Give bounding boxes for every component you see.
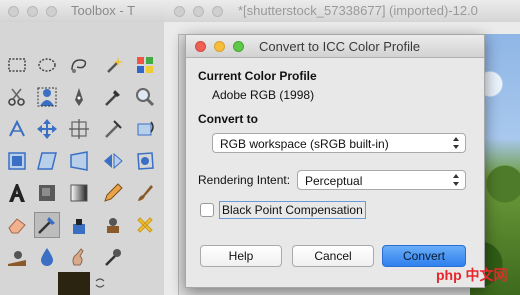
cage-icon[interactable]	[132, 148, 158, 174]
eraser-icon[interactable]	[4, 212, 30, 238]
swap-colors-icon[interactable]	[94, 277, 106, 289]
image-window-minimize-button[interactable]	[193, 6, 204, 17]
align-icon[interactable]	[66, 116, 92, 142]
magnify-icon[interactable]	[132, 84, 158, 110]
convert-to-heading: Convert to	[198, 112, 258, 126]
select-arrows-icon	[453, 174, 459, 186]
flip-icon[interactable]	[100, 148, 126, 174]
black-point-compensation-label[interactable]: Black Point Compensation	[219, 201, 366, 219]
rendering-intent-value: Perceptual	[305, 174, 363, 188]
scale-icon[interactable]	[4, 148, 30, 174]
color-picker-icon[interactable]	[100, 84, 126, 110]
ink-icon[interactable]	[66, 212, 92, 238]
perspective-icon[interactable]	[66, 148, 92, 174]
airbrush-icon[interactable]	[34, 212, 60, 238]
rendering-intent-label: Rendering Intent:	[198, 173, 291, 187]
perspective-clone-icon[interactable]	[4, 244, 30, 270]
select-arrows-icon	[453, 137, 459, 149]
convert-to-select[interactable]: RGB workspace (sRGB built-in)	[212, 133, 466, 153]
toolbox-close-button[interactable]	[8, 6, 19, 17]
image-window-title: *[shutterstock_57338677] (imported)-12.0	[238, 3, 478, 18]
dialog-minimize-button[interactable]	[214, 41, 225, 52]
gradient-icon[interactable]	[66, 180, 92, 206]
convert-button[interactable]: Convert	[382, 245, 466, 267]
black-point-compensation-checkbox[interactable]	[200, 203, 214, 217]
dialog-zoom-button[interactable]	[233, 41, 244, 52]
tool-grid	[0, 22, 164, 295]
paths-icon[interactable]	[66, 84, 92, 110]
rotate-icon[interactable]	[132, 116, 158, 142]
measure-icon[interactable]	[4, 116, 30, 142]
crop-icon[interactable]	[100, 116, 126, 142]
paintbrush-icon[interactable]	[132, 180, 158, 206]
foreground-select-icon[interactable]	[34, 84, 60, 110]
blur-icon[interactable]	[34, 244, 60, 270]
image-window-close-button[interactable]	[174, 6, 185, 17]
bucket-fill-icon[interactable]	[34, 180, 60, 206]
convert-icc-profile-dialog: Convert to ICC Color Profile Current Col…	[185, 34, 485, 288]
smudge-icon[interactable]	[66, 244, 92, 270]
image-window-zoom-button[interactable]	[212, 6, 223, 17]
toolbox-title: Toolbox - T	[71, 3, 136, 18]
toolbox-zoom-button[interactable]	[46, 6, 57, 17]
scissors-select-icon[interactable]	[4, 84, 30, 110]
toolbox-minimize-button[interactable]	[27, 6, 38, 17]
convert-to-value: RGB workspace (sRGB built-in)	[220, 137, 389, 151]
vertical-ruler[interactable]	[164, 34, 179, 295]
toolbox-window: Toolbox - T	[0, 0, 164, 295]
pencil-icon[interactable]	[100, 180, 126, 206]
free-select-icon[interactable]	[66, 52, 92, 78]
cancel-button[interactable]: Cancel	[292, 245, 374, 267]
image-window-titlebar[interactable]: *[shutterstock_57338677] (imported)-12.0	[164, 0, 520, 23]
heal-icon[interactable]	[132, 212, 158, 238]
dodge-burn-icon[interactable]	[100, 244, 126, 270]
toolbox-titlebar[interactable]: Toolbox - T	[0, 0, 164, 23]
current-profile-value: Adobe RGB (1998)	[212, 88, 315, 102]
move-icon[interactable]	[34, 116, 60, 142]
current-profile-heading: Current Color Profile	[198, 69, 317, 83]
dialog-title: Convert to ICC Color Profile	[259, 39, 421, 54]
help-button[interactable]: Help	[200, 245, 282, 267]
dialog-titlebar[interactable]: Convert to ICC Color Profile	[186, 35, 484, 58]
text-icon[interactable]	[4, 180, 30, 206]
foreground-color-swatch[interactable]	[58, 272, 90, 295]
ellipse-select-icon[interactable]	[34, 52, 60, 78]
rendering-intent-select[interactable]: Perceptual	[297, 170, 466, 190]
dialog-close-button[interactable]	[195, 41, 206, 52]
color-select-icon[interactable]	[132, 52, 158, 78]
fuzzy-select-icon[interactable]	[100, 52, 126, 78]
rect-select-icon[interactable]	[4, 52, 30, 78]
watermark: php 中文网	[436, 267, 508, 283]
clone-icon[interactable]	[100, 212, 126, 238]
shear-icon[interactable]	[34, 148, 60, 174]
